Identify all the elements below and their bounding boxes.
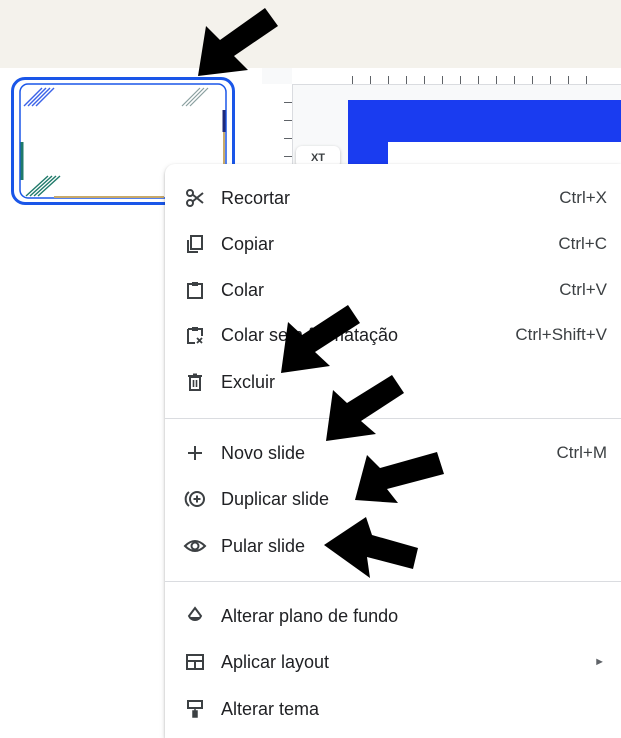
paint-roller-icon <box>183 697 207 721</box>
plus-icon <box>183 441 207 465</box>
ruler-tick <box>284 138 292 139</box>
menu-item-shortcut: Ctrl+M <box>556 443 607 462</box>
ruler-tick <box>496 76 497 84</box>
ruler-tick <box>460 76 461 84</box>
menu-item-label: Pular slide <box>221 535 306 556</box>
menu-item-colar[interactable]: Colar Ctrl+V <box>165 270 621 310</box>
paint-drop-icon <box>183 604 207 628</box>
menu-item-label: Alterar plano de fundo <box>221 605 399 626</box>
horizontal-ruler <box>292 68 621 85</box>
context-menu: Recortar Ctrl+X Copiar Ctrl+C Colar Ctrl… <box>165 164 621 738</box>
menu-item-copiar[interactable]: Copiar Ctrl+C <box>165 224 621 264</box>
ruler-tick <box>514 76 515 84</box>
menu-item-label: Duplicar slide <box>221 488 330 509</box>
menu-item-duplicar-slide[interactable]: Duplicar slide <box>165 479 621 519</box>
ruler-tick <box>478 76 479 84</box>
menu-item-colar-sem-formatacao[interactable]: Colar sem formatação Ctrl+Shift+V <box>165 315 621 355</box>
annotation-arrow <box>198 8 278 76</box>
ruler-tick <box>424 76 425 84</box>
menu-item-alterar-tema[interactable]: Alterar tema <box>165 689 621 729</box>
ruler-tick <box>388 76 389 84</box>
menu-divider <box>165 418 621 419</box>
menu-item-aplicar-layout[interactable]: Aplicar layout ► <box>165 642 621 682</box>
ruler-tick <box>370 76 371 84</box>
menu-item-excluir[interactable]: Excluir <box>165 362 621 402</box>
layout-icon <box>183 650 207 674</box>
duplicate-icon <box>183 487 207 511</box>
submenu-arrow-icon: ► <box>594 656 605 668</box>
ruler-tick <box>284 120 292 121</box>
menu-item-shortcut: Ctrl+C <box>558 234 607 253</box>
menu-item-novo-slide[interactable]: Novo slide Ctrl+M <box>165 433 621 473</box>
menu-item-label: Copiar <box>221 233 275 254</box>
ruler-tick <box>406 76 407 84</box>
menu-item-recortar[interactable]: Recortar Ctrl+X <box>165 178 621 218</box>
menu-item-pular-slide[interactable]: Pular slide <box>165 526 621 566</box>
eye-icon <box>183 534 207 558</box>
ruler-tick <box>532 76 533 84</box>
menu-item-shortcut: Ctrl+X <box>559 188 607 207</box>
copy-icon <box>183 232 207 256</box>
menu-item-label: Excluir <box>221 371 276 392</box>
ruler-tick <box>284 102 292 103</box>
menu-item-shortcut: Ctrl+Shift+V <box>515 325 607 344</box>
ruler-tick <box>568 76 569 84</box>
ruler-tick <box>550 76 551 84</box>
clipboard-icon <box>183 278 207 302</box>
menu-item-label: Alterar tema <box>221 698 320 719</box>
menu-divider <box>165 581 621 582</box>
menu-item-label: Recortar <box>221 187 291 208</box>
ruler-tick <box>284 156 292 157</box>
ruler-tick <box>352 76 353 84</box>
clipboard-plain-icon <box>183 323 207 347</box>
menu-item-shortcut: Ctrl+V <box>559 280 607 299</box>
ruler-tick <box>586 76 587 84</box>
ruler-tick <box>442 76 443 84</box>
menu-item-label: Colar <box>221 279 265 300</box>
menu-item-label: Aplicar layout <box>221 651 330 672</box>
trash-icon <box>183 370 207 394</box>
scissors-icon <box>183 186 207 210</box>
menu-item-alterar-plano-de-fundo[interactable]: Alterar plano de fundo <box>165 596 621 636</box>
menu-item-label: Novo slide <box>221 442 306 463</box>
menu-item-label: Colar sem formatação <box>221 324 399 345</box>
